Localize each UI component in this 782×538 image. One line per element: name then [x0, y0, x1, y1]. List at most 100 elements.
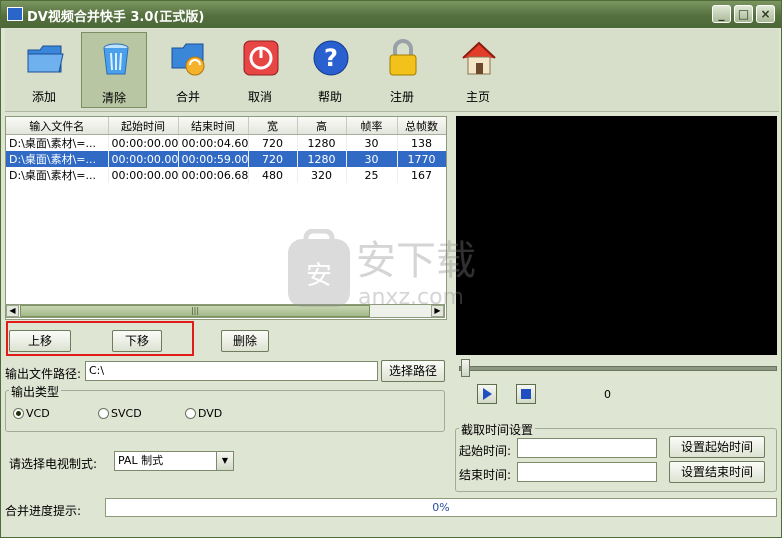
- svcd-label: SVCD: [111, 407, 142, 420]
- end-time-input[interactable]: [517, 462, 657, 482]
- homepage-button[interactable]: 主页: [445, 32, 511, 108]
- table-cell: 720: [248, 151, 298, 167]
- table-row-selected[interactable]: D:\桌面\素材\=... 00:00:00.00 00:00:59.00 72…: [6, 151, 446, 167]
- column-header[interactable]: 帧率: [346, 117, 398, 135]
- set-end-time-button[interactable]: 设置结束时间: [669, 461, 765, 483]
- tv-standard-label: 请选择电视制式:: [9, 457, 98, 471]
- help-button[interactable]: ? 帮助: [297, 32, 363, 108]
- end-time-label: 结束时间:: [459, 468, 512, 482]
- table-header: 输入文件名 起始时间 结束时间 宽 高 帧率 总帧数: [6, 117, 446, 135]
- app-icon: [7, 7, 23, 21]
- svg-text:?: ?: [324, 44, 338, 72]
- column-header[interactable]: 输入文件名: [6, 117, 109, 135]
- table-cell: 720: [248, 134, 298, 151]
- table-cell: 1280: [297, 151, 347, 167]
- table-cell: D:\桌面\素材\=...: [6, 167, 109, 183]
- merge-label: 合并: [175, 90, 200, 104]
- table-cell: 00:00:04.60: [178, 134, 249, 151]
- output-type-group: [5, 390, 445, 432]
- column-header[interactable]: 起始时间: [108, 117, 179, 135]
- scroll-thumb[interactable]: |||: [20, 305, 370, 317]
- choose-path-button[interactable]: 选择路径: [381, 360, 445, 382]
- recycle-bin-icon: [103, 43, 129, 75]
- highlight-box: [6, 321, 194, 356]
- table-cell: 00:00:00.00: [108, 134, 179, 151]
- help-icon: ?: [313, 40, 349, 76]
- table-row[interactable]: D:\桌面\素材\=... 00:00:00.00 00:00:04.60 72…: [6, 134, 446, 151]
- table-cell: 1770: [397, 151, 446, 167]
- column-header[interactable]: 结束时间: [178, 117, 249, 135]
- table-cell: 30: [346, 151, 398, 167]
- add-label: 添加: [31, 90, 56, 104]
- start-time-input[interactable]: [517, 438, 657, 458]
- help-label: 帮助: [317, 90, 342, 104]
- merge-button[interactable]: 合并: [155, 32, 221, 108]
- maximize-button[interactable]: □: [734, 5, 753, 23]
- table-cell: 00:00:00.00: [108, 167, 179, 183]
- app-window: DV视频合并快手 3.0(正式版) _ □ × 添加 清除 合并 取消 ? 帮助…: [0, 0, 782, 538]
- title-bar[interactable]: DV视频合并快手 3.0(正式版) _ □ ×: [1, 1, 781, 28]
- table-cell: 30: [346, 134, 398, 151]
- seek-slider-thumb[interactable]: [461, 359, 470, 377]
- vcd-radio[interactable]: [13, 408, 24, 419]
- table-cell: 320: [297, 167, 347, 183]
- table-cell: 00:00:00.00: [108, 151, 179, 167]
- close-button[interactable]: ×: [756, 5, 775, 23]
- tv-standard-value: PAL 制式: [118, 454, 164, 467]
- register-button[interactable]: 注册: [369, 32, 435, 108]
- table-cell: D:\桌面\素材\=...: [6, 151, 109, 167]
- table-cell: D:\桌面\素材\=...: [6, 134, 109, 151]
- table-cell: 00:00:59.00: [178, 151, 249, 167]
- delete-button[interactable]: 删除: [221, 330, 269, 352]
- column-header[interactable]: 总帧数: [397, 117, 446, 135]
- window-title: DV视频合并快手 3.0(正式版): [27, 10, 205, 25]
- table-cell: 138: [397, 134, 446, 151]
- chevron-down-icon[interactable]: ▼: [216, 452, 233, 470]
- power-stop-icon: [243, 40, 279, 76]
- table-cell: 25: [346, 167, 398, 183]
- column-header[interactable]: 高: [297, 117, 347, 135]
- table-row[interactable]: D:\桌面\素材\=... 00:00:00.00 00:00:06.68 48…: [6, 167, 446, 183]
- stop-button[interactable]: [516, 384, 536, 404]
- dvd-radio[interactable]: [185, 408, 196, 419]
- scroll-right-icon[interactable]: ▶: [431, 305, 444, 317]
- stop-icon: [521, 389, 531, 399]
- folder-icon: [27, 45, 64, 73]
- table-cell: 167: [397, 167, 446, 183]
- add-button[interactable]: 添加: [11, 32, 77, 108]
- video-preview: [456, 116, 777, 355]
- start-time-label: 起始时间:: [459, 444, 512, 458]
- cancel-button[interactable]: 取消: [227, 32, 293, 108]
- frame-counter: 0: [604, 388, 611, 401]
- svcd-radio[interactable]: [98, 408, 109, 419]
- cut-time-label: 截取时间设置: [459, 421, 536, 438]
- merge-folder-icon: [171, 43, 205, 76]
- seek-slider-track[interactable]: [459, 366, 777, 371]
- table-cell: 1280: [297, 134, 347, 151]
- column-header[interactable]: 宽: [248, 117, 298, 135]
- home-icon: [462, 41, 496, 75]
- cancel-label: 取消: [247, 90, 272, 104]
- toolbar: 添加 清除 合并 取消 ? 帮助 注册 主页: [5, 29, 779, 112]
- play-icon: [483, 388, 492, 400]
- clear-button[interactable]: 清除: [81, 32, 147, 108]
- dvd-label: DVD: [198, 407, 223, 420]
- progress-bar: 0%: [105, 498, 777, 517]
- play-button[interactable]: [477, 384, 497, 404]
- register-label: 注册: [389, 90, 414, 104]
- horizontal-scrollbar[interactable]: ◀ ||| ▶: [5, 304, 445, 318]
- scroll-left-icon[interactable]: ◀: [6, 305, 19, 317]
- set-start-time-button[interactable]: 设置起始时间: [669, 436, 765, 458]
- file-list-table[interactable]: 输入文件名 起始时间 结束时间 宽 高 帧率 总帧数 D:\桌面\素材\=...…: [5, 116, 447, 320]
- progress-label: 合并进度提示:: [5, 504, 82, 518]
- lock-icon: [389, 39, 417, 76]
- table-cell: 480: [248, 167, 298, 183]
- output-path-label: 输出文件路径:: [5, 367, 82, 381]
- vcd-label: VCD: [26, 407, 50, 420]
- tv-standard-select[interactable]: PAL 制式 ▼: [114, 451, 234, 471]
- minimize-button[interactable]: _: [712, 5, 731, 23]
- homepage-label: 主页: [465, 90, 490, 104]
- clear-label: 清除: [101, 91, 126, 105]
- output-path-input[interactable]: C:\: [85, 361, 378, 381]
- output-type-label: 输出类型: [9, 383, 62, 400]
